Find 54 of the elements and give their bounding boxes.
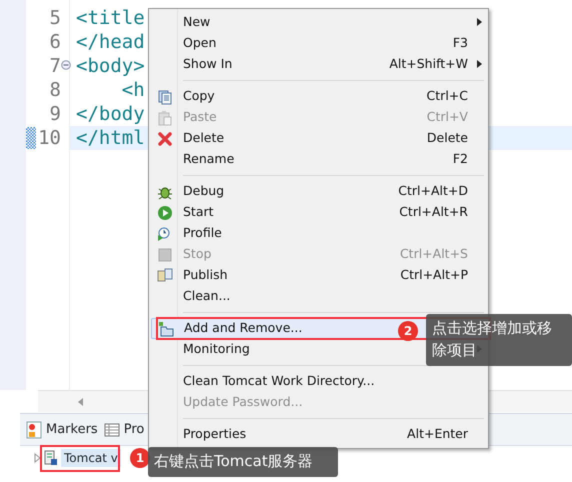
menu-item[interactable]: Start Ctrl+Alt+R — [151, 202, 486, 223]
code-text: <h — [120, 78, 145, 102]
table-icon — [104, 422, 120, 436]
code-text: </html — [76, 126, 145, 150]
shortcut-text: Alt+Shift+W — [389, 55, 469, 74]
code-text: <title — [76, 6, 145, 30]
callout-tooltip: 点击选择增加或移除项目 — [426, 314, 572, 366]
callout-tooltip: 右键点击Tomcat服务器 — [148, 447, 338, 477]
code-text: </body — [76, 102, 145, 126]
menu-item[interactable]: Properties Alt+Enter — [151, 424, 486, 445]
collapse-icon[interactable] — [61, 60, 71, 70]
menu-item[interactable]: New — [151, 12, 486, 33]
menu-icon — [157, 130, 173, 146]
shortcut-text: Ctrl+Alt+P — [400, 266, 469, 284]
menu-icon — [157, 110, 173, 126]
expand-icon[interactable] — [34, 453, 41, 463]
line-number: 10 — [38, 126, 61, 150]
menu-item[interactable]: Rename F2 — [151, 149, 486, 170]
menu-icon — [157, 246, 173, 262]
menu-item[interactable]: Clean Tomcat Work Directory... — [151, 371, 486, 392]
line-number: 7 — [50, 54, 61, 78]
shortcut-text: Ctrl+C — [426, 87, 469, 106]
panel-tab[interactable]: Markers — [26, 420, 98, 440]
scroll-left-icon[interactable] — [78, 398, 83, 406]
menu-item[interactable]: Copy Ctrl+C — [151, 86, 486, 107]
line-number: 8 — [50, 78, 61, 102]
shortcut-text: F3 — [452, 34, 469, 52]
shortcut-text: Delete — [426, 129, 469, 148]
code-text: <body> — [76, 54, 145, 78]
menu-item[interactable]: Publish Ctrl+Alt+P — [151, 265, 486, 286]
menu-item[interactable]: Clean... — [151, 286, 486, 307]
server-tree-item[interactable]: Tomcat v — [61, 449, 121, 467]
menu-icon — [157, 88, 173, 104]
menu-item[interactable]: Profile — [151, 223, 486, 244]
menu-icon — [157, 204, 173, 220]
menu-item[interactable]: Debug Ctrl+Alt+D — [151, 181, 486, 202]
menu-item[interactable]: Open F3 — [151, 33, 486, 54]
server-icon — [44, 450, 58, 466]
shortcut-text: F2 — [452, 150, 469, 168]
shortcut-text: Alt+Enter — [407, 425, 469, 444]
menu-item[interactable]: Show In Alt+Shift+W — [151, 54, 486, 75]
panel-tab[interactable]: Pro — [104, 420, 144, 440]
line-number: 5 — [50, 6, 61, 30]
shortcut-text: Ctrl+Alt+S — [400, 245, 469, 264]
markers-icon — [26, 420, 42, 438]
line-number: 9 — [50, 102, 61, 126]
menu-icon — [157, 268, 173, 284]
code-text: </head — [76, 30, 145, 54]
line-number: 6 — [50, 30, 61, 54]
menu-icon — [158, 320, 174, 336]
shortcut-text: Ctrl+Alt+D — [398, 182, 469, 200]
shortcut-text: Ctrl+Alt+R — [399, 203, 469, 222]
menu-item[interactable]: Delete Delete — [151, 128, 486, 149]
shortcut-text: Ctrl+V — [426, 108, 469, 126]
